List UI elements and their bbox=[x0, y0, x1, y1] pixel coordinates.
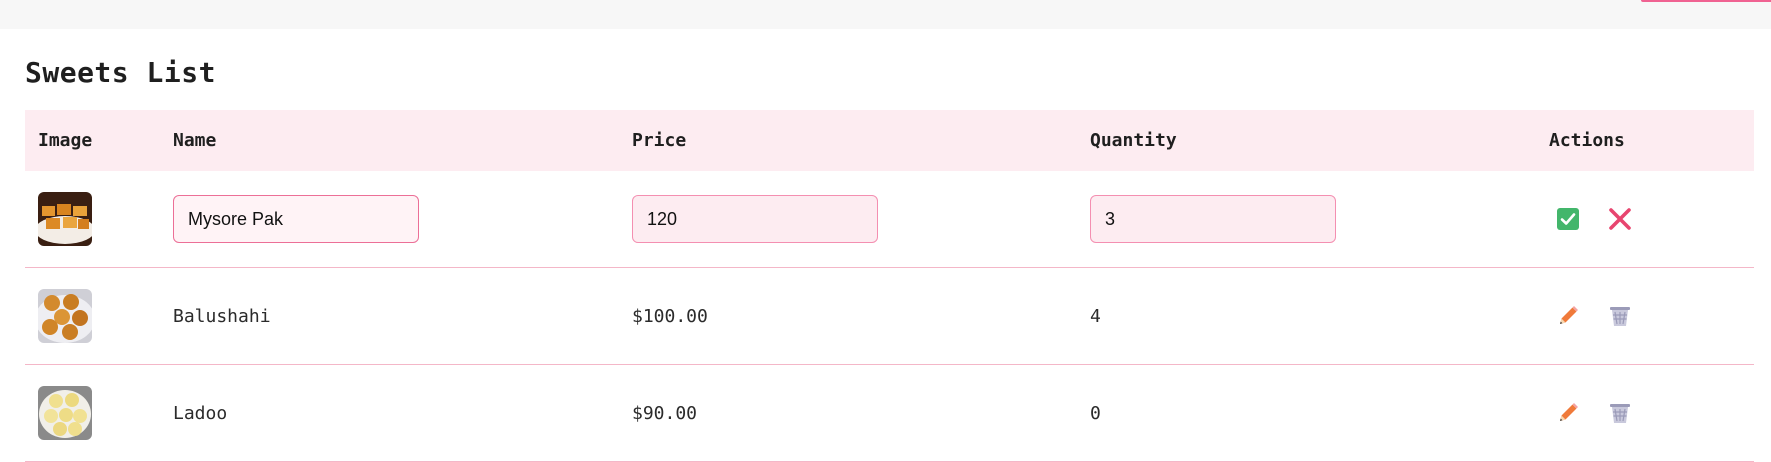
header-image: Image bbox=[38, 130, 93, 151]
trash-icon bbox=[1610, 307, 1630, 326]
image-cell bbox=[38, 268, 92, 364]
close-icon bbox=[1609, 208, 1631, 230]
cancel-button[interactable] bbox=[1608, 207, 1632, 231]
delete-button[interactable] bbox=[1608, 304, 1632, 328]
actions-cell bbox=[1556, 171, 1632, 267]
ladoo-image bbox=[38, 386, 92, 440]
price-cell bbox=[632, 171, 878, 267]
sweet-price: $90.00 bbox=[632, 402, 698, 424]
topbar-accent bbox=[1641, 0, 1771, 2]
table-row: Balushahi $100.00 4 bbox=[25, 268, 1754, 365]
header-quantity: Quantity bbox=[1090, 130, 1177, 151]
table-header: Image Name Price Quantity Actions bbox=[25, 110, 1754, 171]
trash-icon bbox=[1610, 404, 1630, 423]
sweets-table: Image Name Price Quantity Actions Mysore… bbox=[25, 110, 1754, 462]
top-bar bbox=[0, 0, 1771, 29]
name-cell bbox=[173, 171, 419, 267]
balushahi-image bbox=[38, 289, 92, 343]
header-price: Price bbox=[632, 130, 687, 151]
price-cell: $100.00 bbox=[632, 268, 708, 364]
price-input[interactable] bbox=[632, 195, 878, 243]
quantity-cell: 4 bbox=[1090, 268, 1101, 364]
sweet-price: $100.00 bbox=[632, 305, 708, 327]
image-cell bbox=[38, 365, 92, 461]
delete-button[interactable] bbox=[1608, 401, 1632, 425]
name-cell: Ladoo bbox=[173, 365, 227, 461]
table-row: Ladoo $90.00 0 bbox=[25, 365, 1754, 462]
header-actions: Actions bbox=[1549, 130, 1625, 151]
header-name: Name bbox=[173, 130, 217, 151]
sweet-quantity: 0 bbox=[1090, 402, 1101, 424]
sweet-name: Ladoo bbox=[173, 402, 228, 424]
pencil-icon bbox=[1560, 403, 1578, 421]
actions-cell bbox=[1556, 268, 1632, 364]
table-row-editing bbox=[25, 171, 1754, 268]
page-title: Sweets List bbox=[25, 56, 216, 89]
name-cell: Balushahi bbox=[173, 268, 271, 364]
edit-button[interactable] bbox=[1556, 401, 1580, 425]
name-input[interactable] bbox=[173, 195, 419, 243]
price-cell: $90.00 bbox=[632, 365, 697, 461]
quantity-cell bbox=[1090, 171, 1336, 267]
quantity-cell: 0 bbox=[1090, 365, 1101, 461]
sweet-quantity: 4 bbox=[1090, 305, 1101, 327]
pencil-icon bbox=[1560, 306, 1578, 324]
check-icon bbox=[1557, 208, 1579, 230]
edit-button[interactable] bbox=[1556, 304, 1580, 328]
save-button[interactable] bbox=[1556, 207, 1580, 231]
actions-cell bbox=[1556, 365, 1632, 461]
sweet-name: Balushahi bbox=[173, 305, 271, 327]
image-cell bbox=[38, 171, 92, 267]
quantity-input[interactable] bbox=[1090, 195, 1336, 243]
mysore-pak-image bbox=[38, 192, 92, 246]
